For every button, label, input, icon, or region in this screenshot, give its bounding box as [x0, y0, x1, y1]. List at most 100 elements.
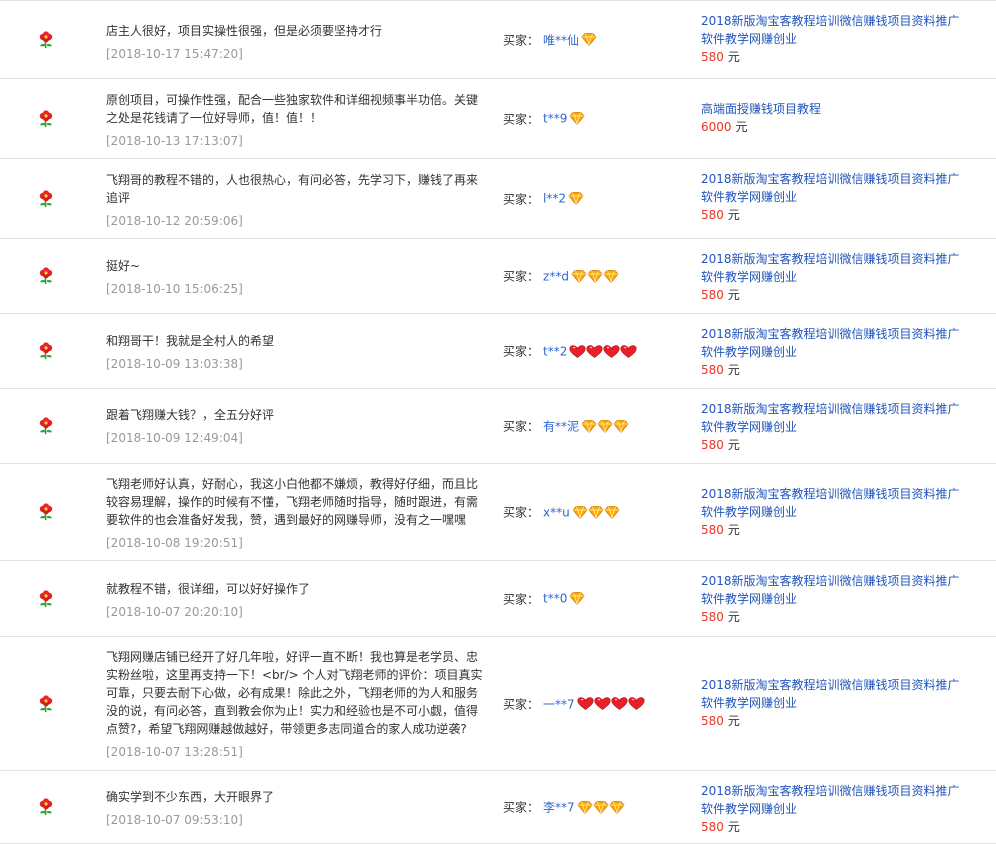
- buyer-info: 买家： 有**泥: [503, 418, 629, 435]
- price-value: 580: [701, 208, 724, 222]
- flower-icon: [37, 589, 55, 608]
- review-date: [2018-10-09 13:03:38]: [106, 357, 243, 371]
- review-date: [2018-10-07 20:20:10]: [106, 605, 243, 619]
- product-link[interactable]: 2018新版淘宝客教程培训微信赚钱项目资料推广软件教学网赚创业: [701, 400, 971, 436]
- heart-icon: [611, 696, 628, 711]
- review-date: [2018-10-17 15:47:20]: [106, 47, 243, 61]
- price-value: 580: [701, 50, 724, 64]
- product-link[interactable]: 2018新版淘宝客教程培训微信赚钱项目资料推广软件教学网赚创业: [701, 325, 971, 361]
- buyer-nick[interactable]: 唯**仙: [543, 31, 579, 48]
- buyer-rank: [577, 800, 625, 815]
- review-row: 确实学到不少东西，大开眼界了 [2018-10-07 09:53:10] 买家： 李*…: [0, 771, 996, 844]
- flower-icon: [37, 30, 55, 49]
- product-info: 2018新版淘宝客教程培训微信赚钱项目资料推广软件教学网赚创业 580 元: [701, 325, 971, 379]
- buyer-nick[interactable]: t**0: [543, 592, 567, 606]
- review-text: 飞翔老师好认真，好耐心，我这小白他都不嫌烦，教得好仔细，而且比较容易理解，操作的…: [106, 477, 479, 527]
- price-value: 580: [701, 820, 724, 834]
- product-link[interactable]: 2018新版淘宝客教程培训微信赚钱项目资料推广软件教学网赚创业: [701, 170, 971, 206]
- price-value: 580: [701, 523, 724, 537]
- buyer-rank: [571, 269, 619, 284]
- review-date: [2018-10-07 09:53:10]: [106, 813, 243, 827]
- heart-icon: [628, 696, 645, 711]
- buyer-nick[interactable]: z**d: [543, 269, 569, 283]
- product-link[interactable]: 2018新版淘宝客教程培训微信赚钱项目资料推广软件教学网赚创业: [701, 12, 971, 48]
- buyer-nick[interactable]: t**2: [543, 344, 567, 358]
- diamond-icon: [568, 191, 584, 206]
- review-row: 和翔哥干！我就是全村人的希望 [2018-10-09 13:03:38] 买家： t*…: [0, 314, 996, 389]
- review-row: 飞翔老师好认真，好耐心，我这小白他都不嫌烦，教得好仔细，而且比较容易理解，操作的…: [0, 464, 996, 561]
- buyer-rank: [581, 419, 629, 434]
- price-unit: 元: [727, 610, 740, 624]
- buyer-info: 买家： 李**7: [503, 799, 625, 816]
- price-unit: 元: [727, 50, 740, 64]
- diamond-icon: [569, 591, 585, 606]
- diamond-icon: [577, 800, 593, 815]
- review-content: 店主人很好，项目实操性很强，但是必须要坚持才行 [2018-10-17 15:47…: [106, 22, 486, 62]
- review-date: [2018-10-13 17:13:07]: [106, 134, 243, 148]
- heart-icon: [569, 344, 586, 359]
- buyer-info: 买家： t**0: [503, 590, 585, 607]
- heart-icon: [577, 696, 594, 711]
- buyer-info: 买家： t**2: [503, 343, 637, 360]
- diamond-icon: [593, 800, 609, 815]
- review-row: 飞翔网赚店铺已经开了好几年啦，好评一直不断！我也算是老学员、忠实粉丝啦，这里再支…: [0, 637, 996, 771]
- diamond-icon: [603, 269, 619, 284]
- buyer-info: 买家： 一**7: [503, 695, 645, 712]
- buyer-rank: [572, 505, 620, 520]
- review-content: 挺好~ [2018-10-10 15:06:25]: [106, 257, 486, 297]
- product-link[interactable]: 2018新版淘宝客教程培训微信赚钱项目资料推广软件教学网赚创业: [701, 676, 971, 712]
- review-text: 确实学到不少东西，大开眼界了: [106, 790, 275, 804]
- review-date: [2018-10-10 15:06:25]: [106, 282, 243, 296]
- buyer-rank: [581, 32, 597, 47]
- buyer-label: 买家：: [503, 419, 540, 434]
- diamond-icon: [609, 800, 625, 815]
- review-row: 挺好~ [2018-10-10 15:06:25] 买家： z**d 2018新版淘宝客…: [0, 239, 996, 314]
- diamond-icon: [571, 269, 587, 284]
- buyer-rank: [569, 591, 585, 606]
- buyer-rank: [569, 111, 585, 126]
- review-content: 飞翔哥的教程不错的，人也很热心，有问必答，先学习下，赚钱了再来追评 [2018-1…: [106, 171, 486, 229]
- buyer-nick[interactable]: 一**7: [543, 695, 575, 712]
- product-link[interactable]: 高端面授赚钱项目教程: [701, 100, 971, 118]
- product-price: 580 元: [701, 818, 971, 836]
- diamond-icon: [588, 505, 604, 520]
- diamond-icon: [604, 505, 620, 520]
- buyer-nick[interactable]: x**u: [543, 505, 570, 519]
- review-date: [2018-10-07 13:28:51]: [106, 745, 243, 759]
- flower-icon: [37, 189, 55, 208]
- buyer-nick[interactable]: 有**泥: [543, 418, 579, 435]
- product-link[interactable]: 2018新版淘宝客教程培训微信赚钱项目资料推广软件教学网赚创业: [701, 250, 971, 286]
- heart-icon: [620, 344, 637, 359]
- buyer-nick[interactable]: l**2: [543, 192, 566, 206]
- buyer-nick[interactable]: t**9: [543, 112, 567, 126]
- review-text: 原创项目，可操作性强，配合一些独家软件和详细视频事半功倍。关键之处是花钱请了一位…: [106, 93, 479, 125]
- buyer-label: 买家：: [503, 192, 540, 206]
- product-link[interactable]: 2018新版淘宝客教程培训微信赚钱项目资料推广软件教学网赚创业: [701, 782, 971, 818]
- buyer-rank: [577, 696, 645, 711]
- product-price: 580 元: [701, 521, 971, 539]
- buyer-nick[interactable]: 李**7: [543, 799, 575, 816]
- product-price: 580 元: [701, 712, 971, 730]
- diamond-icon: [581, 32, 597, 47]
- diamond-icon: [587, 269, 603, 284]
- flower-icon: [37, 694, 55, 713]
- buyer-label: 买家：: [503, 592, 540, 606]
- review-date: [2018-10-12 20:59:06]: [106, 214, 243, 228]
- product-info: 2018新版淘宝客教程培训微信赚钱项目资料推广软件教学网赚创业 580 元: [701, 400, 971, 454]
- review-text: 飞翔网赚店铺已经开了好几年啦，好评一直不断！我也算是老学员、忠实粉丝啦，这里再支…: [106, 650, 483, 736]
- price-value: 580: [701, 610, 724, 624]
- price-unit: 元: [727, 820, 740, 834]
- review-content: 确实学到不少东西，大开眼界了 [2018-10-07 09:53:10]: [106, 788, 486, 828]
- price-unit: 元: [727, 438, 740, 452]
- heart-icon: [594, 696, 611, 711]
- heart-icon: [586, 344, 603, 359]
- product-info: 2018新版淘宝客教程培训微信赚钱项目资料推广软件教学网赚创业 580 元: [701, 485, 971, 539]
- product-info: 2018新版淘宝客教程培训微信赚钱项目资料推广软件教学网赚创业 580 元: [701, 676, 971, 730]
- buyer-info: 买家： x**u: [503, 504, 620, 521]
- review-content: 原创项目，可操作性强，配合一些独家软件和详细视频事半功倍。关键之处是花钱请了一位…: [106, 91, 486, 149]
- buyer-info: 买家： l**2: [503, 190, 584, 207]
- product-link[interactable]: 2018新版淘宝客教程培训微信赚钱项目资料推广软件教学网赚创业: [701, 485, 971, 521]
- price-value: 580: [701, 438, 724, 452]
- product-link[interactable]: 2018新版淘宝客教程培训微信赚钱项目资料推广软件教学网赚创业: [701, 572, 971, 608]
- buyer-rank: [568, 191, 584, 206]
